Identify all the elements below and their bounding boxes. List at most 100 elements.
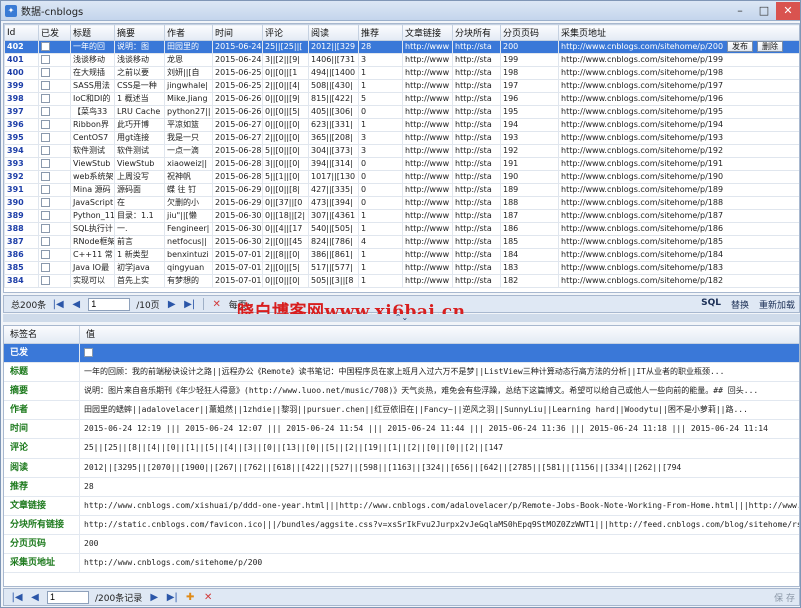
column-header[interactable]: Id: [4, 24, 39, 41]
column-header[interactable]: 评论: [262, 24, 309, 41]
detail-row[interactable]: 时间 2015-06-24 12:19 ||| 2015-06-24 12:07 …: [4, 420, 799, 440]
published-checkbox[interactable]: [41, 133, 50, 142]
table-row[interactable]: 396 Ribbon界 此巧开博 平凉如篮 2015-06-27 0||[0||[0| 62…: [4, 118, 799, 132]
published-checkbox[interactable]: [41, 146, 50, 155]
published-checkbox[interactable]: [41, 250, 50, 259]
detail-row[interactable]: 推荐 28: [4, 477, 799, 497]
detail-value[interactable]: 28: [80, 478, 799, 496]
published-checkbox[interactable]: [41, 237, 50, 246]
table-row[interactable]: 388 SQL执行计 一. Fengineer| 2015-06-30 0||[4||[1…: [4, 222, 799, 236]
detail-row[interactable]: 作者 田园里的蟋蟀||adalovelacer||薰姐然||1zhdie||黎羽|…: [4, 401, 799, 421]
detail-value[interactable]: 2015-06-24 12:19 ||| 2015-06-24 12:07 ||…: [80, 420, 799, 438]
published-checkbox[interactable]: [41, 263, 50, 272]
column-header[interactable]: 摘要: [114, 24, 165, 41]
last-page-icon[interactable]: ▶|: [183, 297, 197, 311]
column-header[interactable]: 分块所有: [452, 24, 501, 41]
published-checkbox[interactable]: [41, 42, 50, 51]
column-header[interactable]: 标题: [70, 24, 115, 41]
page-input[interactable]: [88, 297, 131, 311]
published-checkbox[interactable]: [41, 68, 50, 77]
column-header[interactable]: 推荐: [358, 24, 403, 41]
detail-row[interactable]: 分块所有链接 http://static.cnblogs.com/favicon.…: [4, 515, 799, 535]
detail-value[interactable]: 2012||[3295||[2070||[1900||[267||[762||[…: [80, 459, 799, 477]
published-checkbox[interactable]: [41, 107, 50, 116]
column-header[interactable]: 分页页码: [500, 24, 559, 41]
record-input[interactable]: [47, 590, 89, 604]
delete-icon[interactable]: ✕: [210, 297, 224, 311]
remove-icon[interactable]: ✕: [201, 590, 215, 604]
detail-value[interactable]: 说明：图片来自音乐期刊《年少轻狂人得意》(http://www.luoo.net…: [80, 382, 799, 400]
published-checkbox[interactable]: [41, 172, 50, 181]
next-page-icon[interactable]: ▶: [165, 297, 179, 311]
published-checkbox[interactable]: [41, 120, 50, 129]
detail-row[interactable]: 采集页地址 http://www.cnblogs.com/sitehome/p/2…: [4, 554, 799, 574]
table-row[interactable]: 393 ViewStub ViewStub xiaoweiz|| 2015-06-28 3…: [4, 157, 799, 171]
table-row[interactable]: 389 Python_11- 目录：1.1 jiu"||[懒 2015-06-30 0||…: [4, 209, 799, 223]
table-row[interactable]: 398 IoC和DI的 1 概述当 Mike.Jiang 2015-06-26 0||[0…: [4, 92, 799, 106]
column-header[interactable]: 采集页地址: [558, 24, 799, 41]
detail-value[interactable]: http://static.cnblogs.com/favicon.ico|||…: [80, 516, 799, 534]
published-checkbox[interactable]: [41, 94, 50, 103]
detail-value[interactable]: 田园里的蟋蟀||adalovelacer||薰姐然||1zhdie||黎羽||p…: [80, 401, 799, 419]
detail-value[interactable]: 200: [80, 535, 799, 553]
published-checkbox[interactable]: [41, 211, 50, 220]
publish-button[interactable]: 发布: [727, 41, 754, 52]
published-checkbox[interactable]: [41, 224, 50, 233]
column-header[interactable]: 已发: [38, 24, 71, 41]
last-record-icon[interactable]: ▶|: [165, 590, 179, 604]
table-row[interactable]: 386 C++11 常1 新类型 benxintuzi 2015-07-01 2||[8…: [4, 248, 799, 262]
detail-row[interactable]: 文章链接 http://www.cnblogs.com/xishuai/p/ddd…: [4, 496, 799, 516]
first-page-icon[interactable]: |◀: [51, 297, 65, 311]
reload-button[interactable]: 重新加载: [759, 298, 795, 311]
sql-button[interactable]: SQL: [701, 298, 721, 311]
table-row[interactable]: 402 一年的回 说明：图 田园里的 2015-06-24 25||[25||[2012|…: [4, 40, 799, 54]
published-checkbox[interactable]: [41, 159, 50, 168]
published-checkbox[interactable]: [41, 81, 50, 90]
add-icon[interactable]: ✚: [183, 590, 197, 604]
published-checkbox[interactable]: [84, 348, 93, 357]
column-header[interactable]: 时间: [212, 24, 263, 41]
detail-value[interactable]: http://www.cnblogs.com/sitehome/p/200: [80, 554, 799, 572]
column-header[interactable]: 作者: [164, 24, 213, 41]
panel-splitter[interactable]: ⌃⌄: [3, 314, 800, 322]
detail-value[interactable]: 25||[25||[8||[4||[0||[1||[5||[4||[3||[0|…: [80, 439, 799, 457]
published-checkbox[interactable]: [41, 276, 50, 285]
table-row[interactable]: 397 【菜鸟33 LRU Cache python27|| 2015-06-26 0||…: [4, 105, 799, 119]
detail-row[interactable]: 标题 一年的回顾：我的前端秘诀设计之路||远程办公《Remote》读书笔记：中国程…: [4, 363, 799, 383]
collapse-icon[interactable]: ⌃⌄: [395, 313, 408, 322]
published-checkbox[interactable]: [41, 198, 50, 207]
detail-value[interactable]: http://www.cnblogs.com/xishuai/p/ddd-one…: [80, 497, 799, 515]
published-checkbox[interactable]: [41, 185, 50, 194]
maximize-icon[interactable]: □: [752, 2, 776, 20]
minimize-icon[interactable]: –: [728, 2, 752, 20]
column-header[interactable]: 文章链接: [402, 24, 453, 41]
table-row[interactable]: 401 浅谈移动 浅谈移动 龙恩 2015-06-24 3||[2||[9| 1406||[…: [4, 53, 799, 67]
close-icon[interactable]: ✕: [776, 1, 800, 20]
prev-page-icon[interactable]: ◀: [69, 297, 83, 311]
detail-value[interactable]: [80, 344, 799, 362]
first-record-icon[interactable]: |◀: [10, 590, 24, 604]
detail-row[interactable]: 摘要 说明：图片来自音乐期刊《年少轻狂人得意》(http://www.luoo.n…: [4, 382, 799, 402]
table-row[interactable]: 391 Mina 源码 源码面蝶 往 钉 2015-06-29 0||[0||[8| 42…: [4, 183, 799, 197]
prev-record-icon[interactable]: ◀: [28, 590, 42, 604]
detail-row[interactable]: 评论 25||[25||[8||[4||[0||[1||[5||[4||[3||[…: [4, 439, 799, 459]
detail-row[interactable]: 已发: [4, 344, 799, 364]
replace-button[interactable]: 替换: [731, 298, 749, 311]
next-record-icon[interactable]: ▶: [147, 590, 161, 604]
table-row[interactable]: 390 JavaScript 在欠删的小 2015-06-29 0||[37||[0 47…: [4, 196, 799, 210]
save-button[interactable]: 保 存: [774, 591, 795, 604]
delete-button[interactable]: 删除: [757, 41, 784, 52]
table-row[interactable]: 394 软件测试 软件测试 一点一滴 2015-06-28 5||[0||[0| 304||…: [4, 144, 799, 158]
detail-value[interactable]: 一年的回顾：我的前端秘诀设计之路||远程办公《Remote》读书笔记：中国程序员…: [80, 363, 799, 381]
table-row[interactable]: 385 Java IO最 初学java qingyuan 2015-07-01 2||[0…: [4, 261, 799, 275]
column-header[interactable]: 阅读: [308, 24, 359, 41]
table-row[interactable]: 384 实现可以 首先上实 有梦想的 2015-07-01 0||[0||[0| 505||…: [4, 274, 799, 288]
table-row[interactable]: 387 RNode框架 前言 netfocus|| 2015-06-30 2||[0||[…: [4, 235, 799, 249]
detail-row[interactable]: 阅读 2012||[3295||[2070||[1900||[267||[762|…: [4, 458, 799, 478]
table-row[interactable]: 392 web系统架 上周没写 祝神帆 2015-06-28 5||[1||[0| 1017…: [4, 170, 799, 184]
detail-row[interactable]: 分页页码 200: [4, 534, 799, 555]
table-row[interactable]: 399 SASS用法 CSS是一种 jingwhale| 2015-06-25 2||[0…: [4, 79, 799, 93]
table-row[interactable]: 400 在大规插 之前以要 刘妍||[自 2015-06-25 0||[0||[1 494|…: [4, 66, 799, 80]
table-row[interactable]: 395 CentOS7 用gt连接 我是一只 2015-06-27 2||[0||[0| 3…: [4, 131, 799, 145]
published-checkbox[interactable]: [41, 55, 50, 64]
